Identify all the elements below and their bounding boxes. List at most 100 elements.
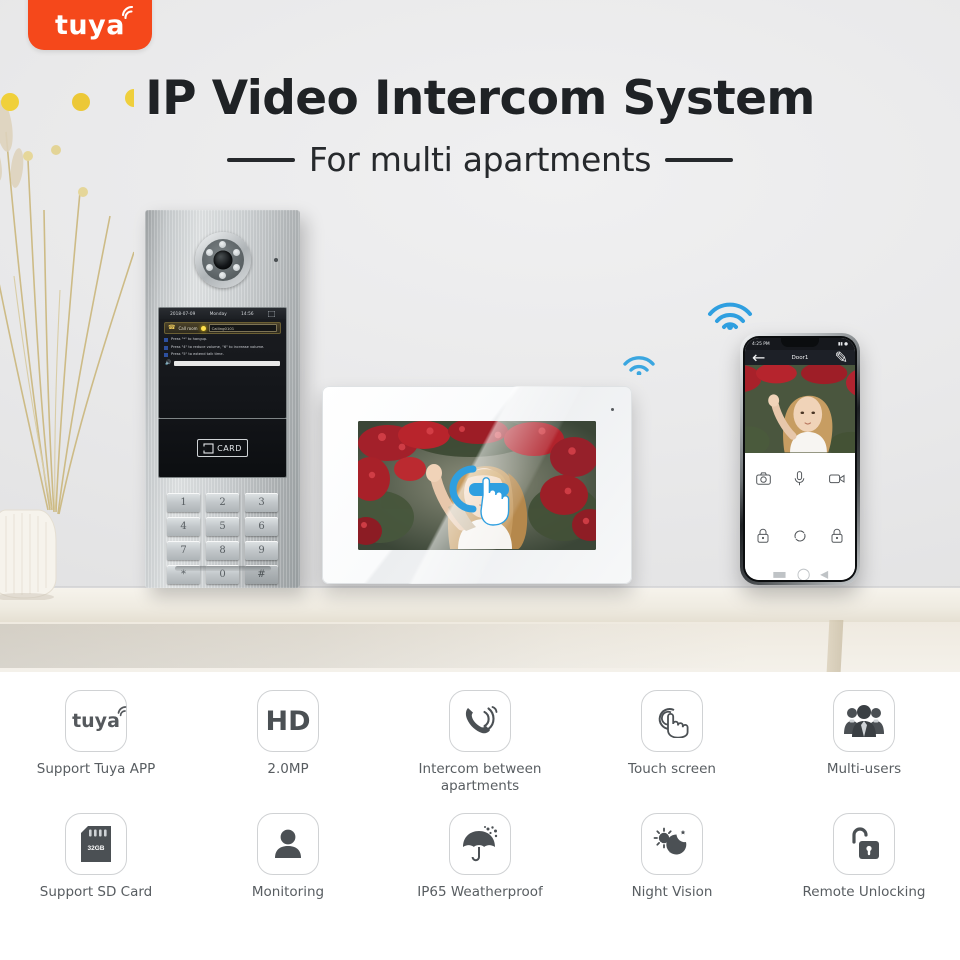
- screen-call-row: ☎ Call room Calling0101: [164, 322, 281, 334]
- card-reader-area: CARD: [158, 419, 287, 478]
- screen-day: Monday: [209, 311, 227, 316]
- table-leg: [826, 620, 844, 672]
- phone-status-icons: ▮▮ ●: [837, 341, 848, 347]
- indoor-monitor-device: [322, 386, 632, 584]
- phone-waves-icon: [449, 690, 511, 752]
- sd-card-icon: 32GB: [65, 812, 127, 875]
- feature-label: Support Tuya APP: [36, 761, 156, 777]
- microphone-hole: [274, 258, 278, 262]
- camera-module: [194, 232, 251, 288]
- umbrella-glyph: [463, 825, 498, 861]
- feature-intercom: Intercom between apartments: [384, 672, 576, 795]
- keypad-key-5[interactable]: 5: [206, 517, 239, 536]
- feed-artwork: [358, 421, 596, 550]
- door-station-device: 2018-07-09 Monday 14:56 ☎ Call room Call…: [145, 210, 300, 588]
- keypad-key-1[interactable]: 1: [167, 493, 200, 512]
- volume-track: [174, 361, 280, 366]
- wifi-arc-icon: [117, 706, 127, 717]
- keypad-key-8[interactable]: 8: [206, 541, 239, 560]
- microphone-icon: [795, 471, 805, 486]
- feature-support-tuya-app: tuya Support Tuya APP: [0, 672, 192, 795]
- unlock-glyph: [852, 827, 879, 859]
- person-glyph: [275, 829, 301, 858]
- feature-label: Support SD Card: [39, 883, 153, 900]
- ir-led: [218, 272, 226, 279]
- app-control-switch[interactable]: [782, 528, 819, 543]
- phone-navbar: ▬ ○ ◂: [745, 564, 855, 581]
- app-control-panel: [745, 453, 855, 566]
- feature-label: Monitoring: [251, 883, 325, 900]
- camera-ring: [201, 239, 244, 281]
- home-icon[interactable]: ○: [797, 564, 811, 581]
- phone-screen[interactable]: 4:25 PM ▮▮ ● ← Door1 ✎ ▬ ○ ◂: [745, 338, 855, 580]
- feature-label: Touch screen: [628, 761, 716, 777]
- rfid-icon: [203, 442, 214, 454]
- feature-resolution: HD 2.0MP: [192, 672, 384, 795]
- app-control-record[interactable]: [818, 471, 855, 486]
- keypad-key-2[interactable]: 2: [206, 493, 239, 512]
- ir-led: [205, 264, 213, 271]
- ir-led: [232, 264, 240, 271]
- keypad-key-3[interactable]: 3: [245, 493, 278, 512]
- feature-night-vision: Night Vision: [576, 795, 768, 901]
- page-title: IP Video Intercom System: [0, 71, 960, 126]
- tip-text: Press "*" to hangup.: [171, 337, 208, 342]
- table-surface: [0, 588, 960, 624]
- phone-statusbar: 4:25 PM ▮▮ ●: [745, 338, 855, 350]
- keypad-key-7[interactable]: 7: [167, 541, 200, 560]
- card-reader-badge: CARD: [197, 439, 248, 457]
- feature-multi-users: Multi-users: [768, 672, 960, 795]
- speaker-grille: [175, 566, 271, 571]
- feature-label: Intercom between apartments: [418, 761, 542, 794]
- app-title: Door1: [791, 354, 809, 361]
- back-icon[interactable]: ◂: [820, 564, 828, 581]
- app-video-feed[interactable]: [745, 365, 855, 453]
- monitor-screen[interactable]: [358, 421, 596, 550]
- app-feed-artwork: [745, 365, 855, 453]
- subtitle-row: For multi apartments: [0, 140, 960, 179]
- touch-hand-glyph: [658, 708, 689, 738]
- hd-icon: HD: [257, 690, 319, 752]
- call-status-dot: [200, 325, 206, 331]
- hd-text: HD: [265, 705, 311, 737]
- feature-remote-unlocking: Remote Unlocking: [768, 795, 960, 901]
- screen-time: 14:56: [241, 311, 254, 316]
- features-row-2: 32GB Support SD Card Monitoring IP65 Wea…: [0, 795, 960, 901]
- screen-tip: Press "5" to extend talk time.: [164, 352, 281, 357]
- call-label: Call room: [178, 325, 198, 331]
- tip-text: Press "5" to extend talk time.: [171, 352, 224, 357]
- lock-icon: [831, 528, 843, 543]
- door-station-screen: 2018-07-09 Monday 14:56 ☎ Call room Call…: [158, 307, 287, 419]
- multi-users-glyph: [844, 705, 884, 737]
- call-value: Calling0101: [208, 324, 277, 332]
- keypad-key-9[interactable]: 9: [245, 541, 278, 560]
- sd-card-glyph: 32GB: [81, 825, 111, 862]
- camera-icon: [756, 472, 771, 485]
- bullet-icon: [164, 345, 168, 350]
- screen-tip: Press "*" to hangup.: [164, 337, 281, 342]
- headline-text: IP Video Intercom System: [145, 71, 815, 126]
- feature-label: Remote Unlocking: [802, 883, 926, 900]
- app-control-talk[interactable]: [782, 471, 819, 486]
- app-navbar: ← Door1 ✎: [745, 348, 855, 367]
- feature-monitoring: Monitoring: [192, 795, 384, 901]
- lock-icon: [757, 528, 769, 543]
- camera-lens: [213, 250, 232, 270]
- features-section: tuya Support Tuya APP HD 2.0MP Intercom …: [0, 672, 960, 960]
- app-control-lock-2[interactable]: [818, 528, 855, 543]
- multi-users-icon: [833, 690, 895, 752]
- screen-statusbar: 2018-07-09 Monday 14:56: [159, 308, 286, 319]
- keypad-key-4[interactable]: 4: [167, 517, 200, 536]
- umbrella-icon: [449, 812, 511, 875]
- subtitle-text: For multi apartments: [308, 140, 652, 179]
- bullet-icon: [164, 338, 168, 342]
- feature-sd-card: 32GB Support SD Card: [0, 795, 192, 901]
- tuya-badge-text: tuya: [55, 10, 125, 41]
- signal-icon: [267, 310, 275, 317]
- app-control-lock-1[interactable]: [745, 528, 782, 543]
- recents-icon[interactable]: ▬: [772, 564, 787, 581]
- feature-weatherproof: IP65 Weatherproof: [384, 795, 576, 901]
- wifi-signal-small-icon: [623, 356, 655, 375]
- keypad-key-6[interactable]: 6: [245, 517, 278, 536]
- app-control-snapshot[interactable]: [745, 471, 782, 486]
